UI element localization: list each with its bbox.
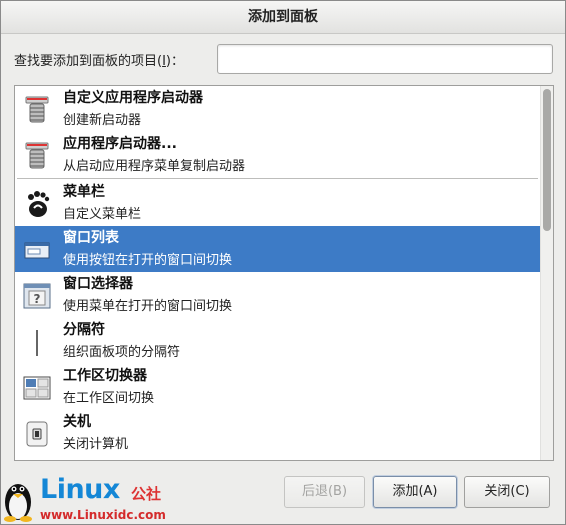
launcher-icon — [21, 94, 53, 126]
item-desc: 自定义菜单栏 — [63, 207, 142, 222]
watermark-url: www.Linuxidc.com — [40, 508, 166, 522]
list-item-window-selector[interactable]: ? 窗口选择器 使用菜单在打开的窗口间切换 — [15, 272, 540, 318]
search-label-suffix: )： — [165, 54, 184, 69]
list-item-workspace-switcher[interactable]: 工作区切换器 在工作区间切换 — [15, 364, 540, 410]
shutdown-icon — [21, 418, 53, 450]
tux-penguin-icon — [4, 484, 32, 522]
item-desc: 使用按钮在打开的窗口间切换 — [63, 253, 233, 268]
item-name: 自定义应用程序启动器 — [63, 90, 203, 106]
watermark-brand-cn: 公社 — [131, 485, 162, 503]
dialog-title: 添加到面板 — [1, 1, 565, 34]
list-item-custom-launcher[interactable]: 自定义应用程序启动器 创建新启动器 — [15, 86, 540, 132]
item-desc: 在工作区间切换 — [63, 391, 155, 406]
close-button[interactable]: 关闭(C) — [464, 476, 550, 508]
list-divider — [17, 178, 538, 179]
window-selector-icon: ? — [21, 280, 53, 312]
item-name: 应用程序启动器... — [63, 136, 177, 152]
item-name: 关机 — [63, 414, 91, 430]
list-item-shutdown[interactable]: 关机 关闭计算机 — [15, 410, 540, 456]
item-desc: 创建新启动器 — [63, 113, 142, 128]
item-desc: 组织面板项的分隔符 — [63, 345, 181, 360]
watermark-brand: Linux — [40, 474, 120, 505]
add-button[interactable]: 添加(A) — [373, 476, 457, 508]
search-label-prefix: 查找要添加到面板的项目( — [14, 54, 163, 69]
item-name: 窗口选择器 — [63, 276, 133, 292]
separator-icon — [21, 326, 53, 358]
list-item-window-list[interactable]: 窗口列表 使用按钮在打开的窗口间切换 — [15, 226, 540, 272]
launcher-icon — [21, 140, 53, 172]
search-label: 查找要添加到面板的项目(I)： — [14, 50, 184, 69]
svg-text:?: ? — [34, 292, 41, 306]
workspace-switcher-icon — [21, 372, 53, 404]
list-item-app-launcher[interactable]: 应用程序启动器... 从启动应用程序菜单复制启动器 — [15, 132, 540, 178]
list-scrollbar[interactable] — [540, 86, 553, 460]
gnome-foot-icon — [21, 188, 53, 220]
search-input[interactable] — [217, 44, 553, 74]
applet-list[interactable]: 自定义应用程序启动器 创建新启动器 应用程序启动器... 从启动应用程序菜单复制… — [14, 85, 554, 461]
scrollbar-thumb[interactable] — [543, 89, 551, 231]
item-name: 分隔符 — [63, 322, 105, 338]
item-desc: 关闭计算机 — [63, 437, 129, 452]
list-item-separator[interactable]: 分隔符 组织面板项的分隔符 — [15, 318, 540, 364]
item-name: 菜单栏 — [63, 184, 105, 200]
list-item-menu-bar[interactable]: 菜单栏 自定义菜单栏 — [15, 180, 540, 226]
item-name: 工作区切换器 — [63, 368, 147, 384]
add-to-panel-dialog: 添加到面板 查找要添加到面板的项目(I)： 自定义应用程序启动器 创建新启动器 — [0, 0, 566, 525]
item-desc: 从启动应用程序菜单复制启动器 — [63, 159, 246, 174]
back-button[interactable]: 后退(B) — [284, 476, 365, 508]
item-name: 窗口列表 — [63, 230, 119, 246]
item-desc: 使用菜单在打开的窗口间切换 — [63, 299, 233, 314]
window-list-icon — [21, 234, 53, 266]
